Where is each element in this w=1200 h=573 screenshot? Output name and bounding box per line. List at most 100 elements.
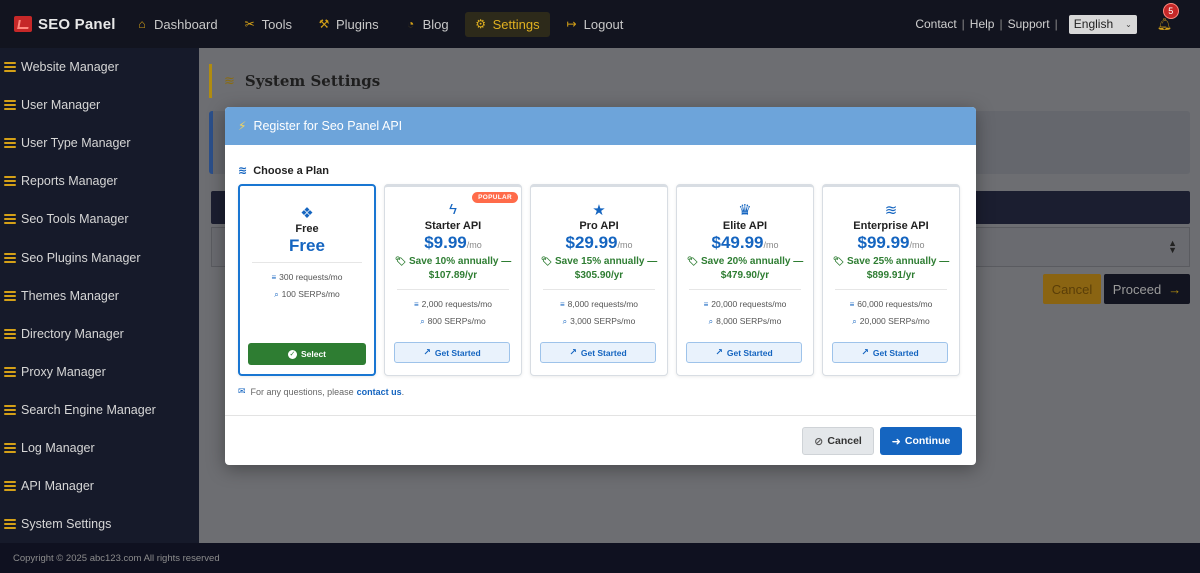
sidebar-item-user-manager[interactable]: User Manager — [0, 86, 199, 124]
plan-card-enterprise-api[interactable]: ≋ Enterprise API $99.99/mo 🏷︎ Save 25% annu… — [822, 184, 960, 376]
plan-price-amount: $9.99 — [424, 233, 467, 252]
nav-plugins-label: Plugins — [335, 16, 379, 32]
tag-icon: 🏷︎ — [832, 256, 845, 266]
database-icon: ≡ — [413, 300, 419, 309]
home-icon: ⌂ — [138, 17, 146, 31]
plan-card-pro-api[interactable]: ★ Pro API $29.99/mo 🏷︎ Save 15% annually — … — [530, 184, 668, 376]
plan-get-started-label: Get Started — [580, 347, 627, 358]
sidebar-item-label: Seo Tools Manager — [21, 212, 129, 227]
sidebar-item-seo-tools-manager[interactable]: Seo Tools Manager — [0, 200, 199, 238]
support-link[interactable]: Support — [1008, 17, 1050, 31]
divider — [397, 289, 509, 290]
database-icon: ≡ — [849, 300, 855, 309]
sidebar-item-log-manager[interactable]: Log Manager — [0, 429, 199, 467]
sidebar-item-proxy-manager[interactable]: Proxy Manager — [0, 353, 199, 391]
menu-bars-icon — [4, 366, 16, 377]
page-cancel-button[interactable]: Cancel — [1043, 274, 1101, 304]
separator: | — [1054, 17, 1058, 31]
sidebar-item-api-manager[interactable]: API Manager — [0, 467, 199, 505]
plan-get-started-label: Get Started — [872, 347, 919, 358]
menu-bars-icon — [4, 519, 16, 530]
nav-plugins[interactable]: ⚒ Plugins — [308, 12, 389, 37]
plan-name: Pro API — [579, 220, 619, 232]
sidebar-item-system-settings[interactable]: System Settings — [0, 505, 199, 543]
sidebar-item-label: Search Engine Manager — [21, 402, 156, 417]
sidebar-item-label: Website Manager — [21, 60, 119, 75]
search-icon: ⌕ — [562, 317, 568, 326]
plan-card-free[interactable]: ❖ Free Free ≡ 300 requests/mo ⌕ 100 SERPs/mo ✓ S… — [238, 184, 376, 376]
plan-get-started-button[interactable]: ↗ Get Started — [686, 342, 802, 363]
plan-serps: ⌕ 20,000 SERPs/mo — [823, 313, 959, 330]
plan-select-button[interactable]: ✓ Select — [248, 343, 366, 365]
external-link-icon: ↗ — [569, 347, 577, 357]
plan-annual-savings: 🏷︎ Save 20% annually — $479.90/yr — [677, 254, 813, 283]
footer: Copyright © 2025 abc123.com All rights r… — [0, 543, 1200, 573]
database-icon: ≡ — [703, 300, 709, 309]
modal-continue-button[interactable]: ➜ Continue — [880, 427, 962, 455]
sidebar-item-user-type-manager[interactable]: User Type Manager — [0, 124, 199, 162]
plan-card-starter-api[interactable]: POPULAR ϟ Starter API $9.99/mo 🏷︎ Save 10% a… — [384, 184, 522, 376]
plan-requests-text: 300 requests/mo — [279, 272, 343, 282]
sidebar-item-themes-manager[interactable]: Themes Manager — [0, 277, 199, 315]
menu-bars-icon — [4, 442, 16, 453]
divider — [835, 289, 947, 290]
search-icon: ⌕ — [708, 317, 714, 326]
plan-price: $29.99/mo — [531, 233, 667, 253]
notifications-button[interactable]: 🔔︎ 5 — [1156, 3, 1179, 31]
star-icon: ★ — [592, 202, 606, 219]
page-proceed-button[interactable]: Proceed → — [1104, 274, 1190, 304]
external-link-icon: ↗ — [715, 347, 723, 357]
nav-dashboard-label: Dashboard — [154, 16, 218, 32]
nav-blog[interactable]: ◔ Blog — [395, 12, 459, 37]
sidebar-item-label: User Type Manager — [21, 136, 131, 151]
nav-logout[interactable]: ↦ Logout — [556, 12, 634, 37]
rss-icon: ◔ — [406, 17, 415, 31]
contact-link[interactable]: Contact — [915, 17, 956, 31]
database-icon: ≡ — [271, 273, 277, 282]
nav-dashboard[interactable]: ⌂ Dashboard — [126, 12, 228, 37]
plan-requests: ≡ 300 requests/mo — [240, 269, 374, 286]
popular-badge: POPULAR — [472, 192, 518, 203]
gift-icon: ❖ — [300, 205, 314, 222]
modal-cancel-button[interactable]: ⊘ Cancel — [802, 427, 874, 455]
plan-get-started-label: Get Started — [434, 347, 481, 358]
tag-icon: 🏷︎ — [394, 256, 407, 266]
plan-get-started-button[interactable]: ↗ Get Started — [394, 342, 510, 363]
separator: | — [999, 17, 1003, 31]
language-select[interactable]: English ⌄ — [1068, 14, 1137, 34]
help-link[interactable]: Help — [970, 17, 995, 31]
plan-savings-text: Save 15% annually — $305.90/yr — [554, 256, 658, 281]
sidebar-item-website-manager[interactable]: Website Manager — [0, 48, 199, 86]
brand[interactable]: SEO Panel — [0, 16, 118, 33]
nav-settings[interactable]: ⚙ Settings — [464, 11, 550, 37]
plan-get-started-button[interactable]: ↗ Get Started — [540, 342, 656, 363]
divider — [689, 289, 801, 290]
sidebar-item-seo-plugins-manager[interactable]: Seo Plugins Manager — [0, 238, 199, 276]
layers-icon: ≋ — [224, 73, 235, 88]
contact-us-link[interactable]: contact us — [357, 387, 402, 397]
plan-get-started-button[interactable]: ↗ Get Started — [832, 342, 948, 363]
plan-requests-text: 60,000 requests/mo — [857, 299, 933, 309]
wrench-icon: ⚒ — [318, 17, 330, 31]
sidebar-item-search-engine-manager[interactable]: Search Engine Manager — [0, 391, 199, 429]
plan-card-elite-api[interactable]: ♛ Elite API $49.99/mo 🏷︎ Save 20% annually … — [676, 184, 814, 376]
modal-title: Register for Seo Panel API — [253, 119, 403, 133]
plan-select-label: Select — [300, 349, 327, 359]
search-icon: ⌕ — [420, 317, 425, 326]
bell-icon: 🔔︎ — [1156, 17, 1172, 31]
menu-bars-icon — [4, 252, 16, 263]
sidebar-item-directory-manager[interactable]: Directory Manager — [0, 315, 199, 353]
plan-price: $99.99/mo — [823, 233, 959, 253]
language-selected: English — [1073, 17, 1114, 31]
nav-tools[interactable]: ✂ Tools — [234, 12, 302, 37]
plan-requests: ≡ 60,000 requests/mo — [823, 296, 959, 313]
plan-annual-savings: 🏷︎ Save 10% annually — $107.89/yr — [385, 254, 521, 283]
menu-bars-icon — [4, 138, 16, 149]
choose-plan-label: Choose a Plan — [253, 164, 330, 177]
menu-bars-icon — [4, 404, 16, 415]
sidebar-item-reports-manager[interactable]: Reports Manager — [0, 162, 199, 200]
questions-note: ✉ For any questions, please contact us . — [238, 386, 404, 397]
plan-name: Enterprise API — [853, 220, 929, 232]
database-icon: ≡ — [559, 300, 565, 309]
menu-bars-icon — [4, 481, 16, 492]
